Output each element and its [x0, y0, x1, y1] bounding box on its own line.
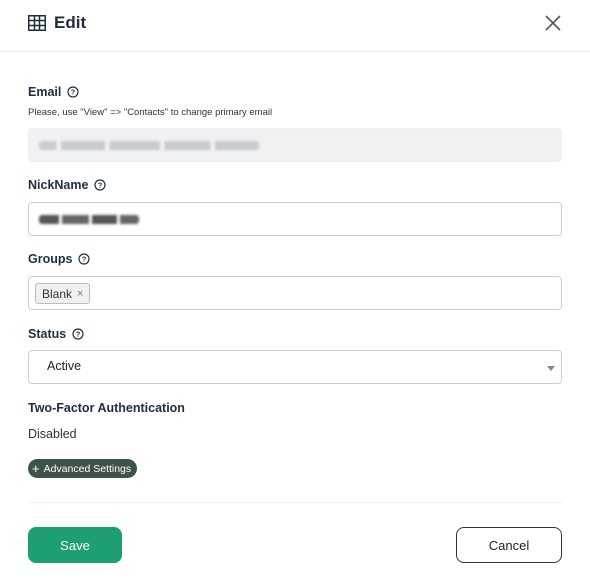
email-label-row: Email ? [28, 85, 79, 99]
advanced-settings-button[interactable]: + Advanced Settings [28, 459, 138, 478]
svg-text:?: ? [82, 255, 87, 264]
status-select-value: Active [47, 359, 82, 373]
svg-text:?: ? [98, 181, 103, 190]
help-circle-icon[interactable]: ? [78, 253, 91, 265]
group-tag: Blank × [35, 283, 91, 304]
email-value-redacted [39, 141, 259, 150]
status-label-row: Status ? [28, 327, 84, 341]
group-tag-label: Blank [42, 286, 73, 301]
nickname-field[interactable] [28, 202, 562, 236]
email-field [28, 128, 562, 162]
close-icon[interactable] [544, 14, 562, 32]
advanced-settings-label: Advanced Settings [43, 462, 132, 475]
dialog-title-wrap: Edit [28, 12, 86, 34]
status-label: Status [28, 327, 67, 341]
nickname-label-row: NickName ? [28, 178, 107, 192]
email-label: Email [28, 85, 62, 99]
svg-text:?: ? [76, 330, 81, 339]
footer-divider [28, 502, 562, 503]
plus-icon: + [32, 461, 40, 476]
groups-multiselect[interactable]: Blank × [28, 276, 562, 310]
tag-remove-icon[interactable]: × [77, 288, 83, 300]
nickname-value-redacted [39, 215, 139, 224]
table-icon [28, 15, 46, 31]
dialog-title: Edit [54, 13, 87, 32]
two-factor-value: Disabled [28, 427, 77, 441]
chevron-down-icon [547, 366, 555, 371]
dialog-header: Edit [0, 0, 590, 52]
svg-text:?: ? [71, 88, 76, 97]
cancel-button[interactable]: Cancel [456, 527, 562, 563]
status-select[interactable]: Active [28, 350, 562, 384]
email-hint: Please, use "View" => "Contacts" to chan… [28, 107, 273, 118]
nickname-label: NickName [28, 178, 89, 192]
help-circle-icon[interactable]: ? [67, 86, 79, 98]
help-circle-icon[interactable]: ? [72, 328, 84, 340]
help-circle-icon[interactable]: ? [94, 179, 107, 191]
save-button[interactable]: Save [28, 527, 122, 563]
groups-label: Groups [28, 252, 73, 266]
groups-label-row: Groups ? [28, 252, 91, 266]
two-factor-label: Two-Factor Authentication [28, 401, 185, 415]
